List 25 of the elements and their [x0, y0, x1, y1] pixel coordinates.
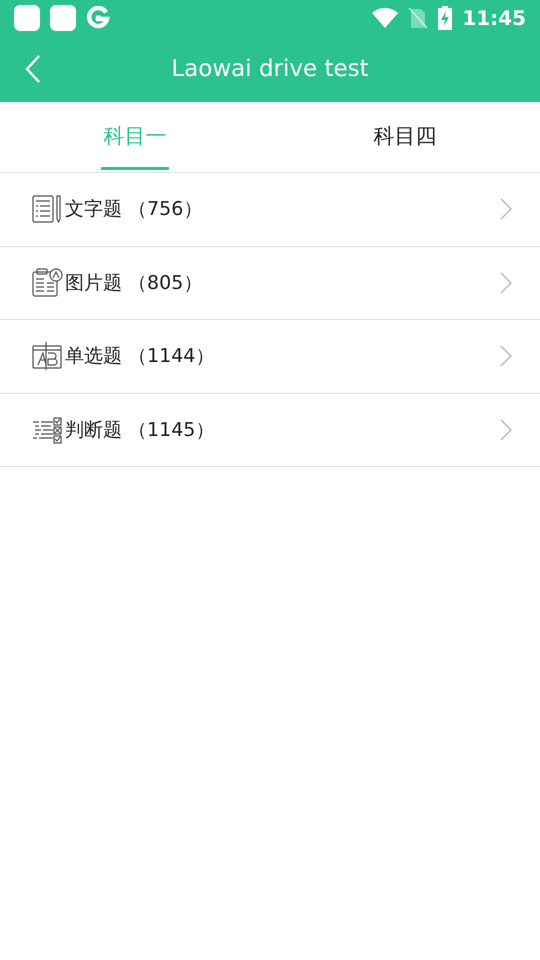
chevron-right-icon [500, 345, 512, 368]
question-category-row[interactable]: 判断题 （1145） [0, 394, 540, 467]
category-label: 文字题 （756） [65, 197, 204, 222]
tab-indicator [101, 167, 169, 170]
notification-icon [14, 5, 40, 31]
battery-charging-icon [438, 6, 452, 30]
notification-icon [50, 5, 76, 31]
chevron-right-icon [500, 198, 512, 220]
clipboard-grade-icon [31, 266, 63, 299]
category-label: 图片题 （805） [65, 270, 204, 296]
header-title: Laowai drive test [171, 54, 369, 84]
category-label: 判断题 （1145） [65, 418, 216, 442]
status-time: 11:45 [462, 5, 526, 32]
no-sim-icon [408, 7, 428, 29]
question-category-row[interactable]: 单选题 （1144） [0, 320, 540, 394]
category-label: 单选题 （1144） [65, 344, 216, 369]
chevron-right-icon [500, 418, 512, 441]
g-logo-icon [86, 6, 110, 30]
wifi-icon [372, 7, 398, 29]
question-category-row[interactable]: 文字题 （756） [0, 173, 540, 246]
document-list-icon [31, 193, 63, 226]
question-category-row[interactable]: 图片题 （805） [0, 246, 540, 320]
tab[interactable]: 科目四 [270, 102, 540, 172]
chevron-right-icon [500, 272, 512, 294]
option-card-icon [31, 340, 63, 372]
